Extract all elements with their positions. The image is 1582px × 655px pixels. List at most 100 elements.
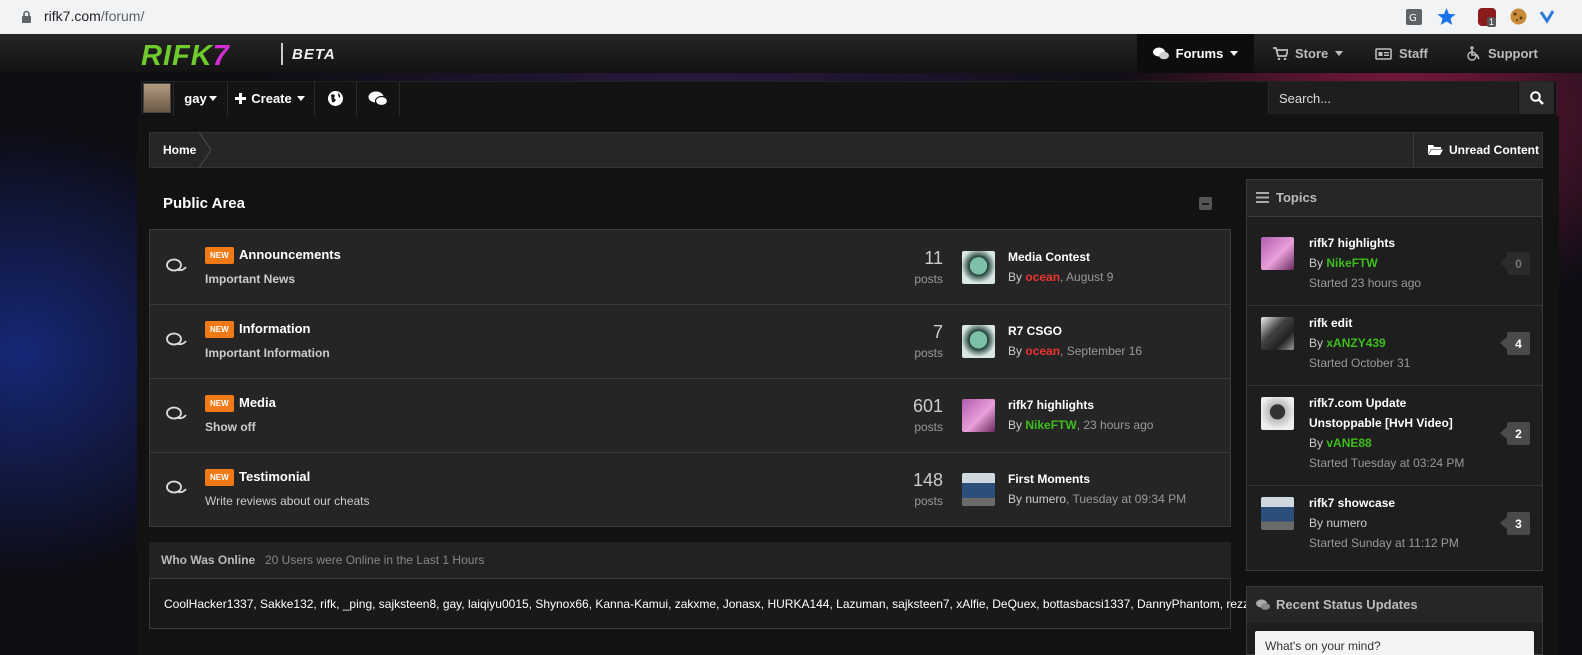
forum-description: Important News bbox=[205, 272, 296, 286]
last-poster-avatar[interactable] bbox=[962, 399, 995, 432]
topics-title: Topics bbox=[1276, 190, 1317, 205]
forum-row-media[interactable]: NEW Media Show off 601 posts rifk7 highl… bbox=[150, 378, 1230, 453]
new-badge: NEW bbox=[205, 469, 234, 486]
topic-started: Started 23 hours ago bbox=[1309, 276, 1422, 290]
search-input[interactable]: Search... bbox=[1268, 82, 1518, 114]
logo-divider bbox=[281, 43, 283, 65]
last-poster-avatar[interactable] bbox=[962, 251, 995, 284]
new-badge: NEW bbox=[205, 247, 234, 264]
breadcrumb-home[interactable]: Home bbox=[163, 143, 196, 157]
last-post-title[interactable]: First Moments bbox=[1008, 472, 1090, 486]
last-post-title[interactable]: R7 CSGO bbox=[1008, 324, 1062, 338]
globe-icon bbox=[327, 91, 343, 106]
reply-count-badge: 3 bbox=[1500, 512, 1530, 535]
forum-row-announcements[interactable]: NEW Announcements Important News 11 post… bbox=[150, 230, 1230, 305]
user-menu[interactable]: gay bbox=[173, 81, 228, 116]
create-label: Create bbox=[251, 91, 292, 106]
status-update-input[interactable]: What's on your mind? bbox=[1255, 631, 1534, 655]
forum-title[interactable]: Testimonial bbox=[239, 469, 310, 484]
forum-description: Write reviews about our cheats bbox=[205, 494, 370, 508]
last-post-author[interactable]: NikeFTW bbox=[1025, 418, 1076, 432]
topic-author[interactable]: numero bbox=[1326, 516, 1367, 530]
topic-started: Started October 31 bbox=[1309, 356, 1411, 370]
forum-chat-icon bbox=[166, 258, 187, 272]
last-post-author[interactable]: ocean bbox=[1025, 344, 1060, 358]
topic-item[interactable]: rifk7 highlights By NikeFTW Started 23 h… bbox=[1247, 225, 1542, 306]
nav-support[interactable]: Support bbox=[1466, 34, 1538, 73]
breadcrumb-separator bbox=[198, 132, 212, 168]
topic-started: Started Sunday at 11:12 PM bbox=[1309, 536, 1459, 550]
nav-staff-label: Staff bbox=[1399, 46, 1428, 61]
forum-row-testimonial[interactable]: NEW Testimonial Write reviews about our … bbox=[150, 452, 1230, 526]
last-post-author[interactable]: numero bbox=[1025, 492, 1066, 506]
plus-icon bbox=[235, 93, 247, 104]
conversations-icon bbox=[368, 91, 388, 106]
site-logo[interactable]: RIFK7 bbox=[141, 40, 230, 73]
check-extension-icon[interactable] bbox=[1539, 8, 1555, 24]
last-post-author[interactable]: ocean bbox=[1025, 270, 1060, 284]
forum-description: Show off bbox=[205, 420, 256, 434]
chat-bubbles-icon bbox=[1152, 47, 1169, 60]
nav-forums[interactable]: Forums bbox=[1137, 34, 1254, 73]
forum-row-information[interactable]: NEW Information Important Information 7 … bbox=[150, 304, 1230, 379]
caret-down-icon bbox=[1230, 51, 1239, 56]
unread-content-button[interactable]: Unread Content bbox=[1413, 132, 1543, 168]
messages-button[interactable] bbox=[356, 81, 400, 116]
topic-item[interactable]: rifk7 showcase By numero Started Sunday … bbox=[1247, 485, 1542, 565]
url-text[interactable]: rifk7.com/forum/ bbox=[44, 8, 144, 24]
topic-title[interactable]: rifk7.com Update Unstoppable [HvH Video] bbox=[1309, 393, 1479, 433]
post-count: 11 bbox=[924, 248, 943, 268]
forum-list: NEW Announcements Important News 11 post… bbox=[149, 229, 1231, 527]
topic-author-avatar[interactable] bbox=[1261, 497, 1294, 530]
last-post-title[interactable]: Media Contest bbox=[1008, 250, 1090, 264]
caret-down-icon bbox=[1335, 51, 1344, 56]
forum-description: Important Information bbox=[205, 346, 330, 360]
last-post-title[interactable]: rifk7 highlights bbox=[1008, 398, 1094, 412]
nav-store[interactable]: Store bbox=[1273, 34, 1344, 73]
cookie-extension-icon[interactable] bbox=[1509, 7, 1528, 26]
collapse-toggle[interactable] bbox=[1199, 197, 1212, 210]
cart-icon bbox=[1273, 47, 1288, 60]
post-count: 601 bbox=[912, 396, 943, 416]
topic-author-avatar[interactable] bbox=[1261, 397, 1294, 430]
forum-title[interactable]: Information bbox=[239, 321, 311, 336]
folder-open-icon bbox=[1428, 145, 1443, 155]
nav-forums-label: Forums bbox=[1175, 46, 1224, 61]
topic-byline: By numero bbox=[1309, 516, 1368, 530]
search-button[interactable] bbox=[1519, 82, 1554, 114]
nav-staff[interactable]: Staff bbox=[1375, 34, 1428, 73]
globe-button[interactable] bbox=[314, 81, 357, 116]
last-poster-avatar[interactable] bbox=[962, 325, 995, 358]
topic-author-avatar[interactable] bbox=[1261, 237, 1294, 270]
create-menu[interactable]: Create bbox=[226, 81, 315, 116]
wheelchair-icon bbox=[1467, 46, 1480, 61]
post-count: 148 bbox=[912, 470, 943, 490]
topic-author[interactable]: vANE88 bbox=[1326, 436, 1371, 450]
topic-item[interactable]: rifk edit By xANZY439 Started October 31… bbox=[1247, 305, 1542, 386]
topic-author-avatar[interactable] bbox=[1261, 317, 1294, 350]
topic-title[interactable]: rifk7 highlights bbox=[1309, 233, 1479, 253]
post-count: 7 bbox=[932, 322, 943, 342]
nav-support-label: Support bbox=[1488, 46, 1538, 61]
topic-item[interactable]: rifk7.com Update Unstoppable [HvH Video]… bbox=[1247, 385, 1542, 486]
posts-label: posts bbox=[914, 494, 943, 508]
topic-author[interactable]: xANZY439 bbox=[1326, 336, 1385, 350]
topic-author[interactable]: NikeFTW bbox=[1326, 256, 1377, 270]
forum-title[interactable]: Media bbox=[239, 395, 276, 410]
last-post-byline: By numero, Tuesday at 09:34 PM bbox=[1008, 492, 1187, 506]
last-poster-avatar[interactable] bbox=[962, 473, 995, 506]
topic-title[interactable]: rifk edit bbox=[1309, 313, 1479, 333]
who-was-online-title: Who Was Online bbox=[161, 553, 256, 567]
topic-title[interactable]: rifk7 showcase bbox=[1309, 493, 1479, 513]
user-avatar[interactable] bbox=[143, 83, 171, 113]
bookmark-star-icon[interactable] bbox=[1437, 7, 1456, 26]
forum-chat-icon bbox=[166, 332, 187, 346]
address-bar[interactable] bbox=[6, 4, 1462, 30]
topic-started: Started Tuesday at 03:24 PM bbox=[1309, 456, 1465, 470]
forum-chat-icon bbox=[166, 480, 187, 494]
forum-title[interactable]: Announcements bbox=[239, 247, 341, 262]
translate-icon[interactable]: G bbox=[1405, 8, 1423, 26]
online-user-list[interactable]: CoolHacker1337, Sakke132, rifk, _ping, s… bbox=[164, 597, 1249, 611]
lock-icon bbox=[22, 10, 31, 23]
last-post-byline: By NikeFTW, 23 hours ago bbox=[1008, 418, 1154, 432]
